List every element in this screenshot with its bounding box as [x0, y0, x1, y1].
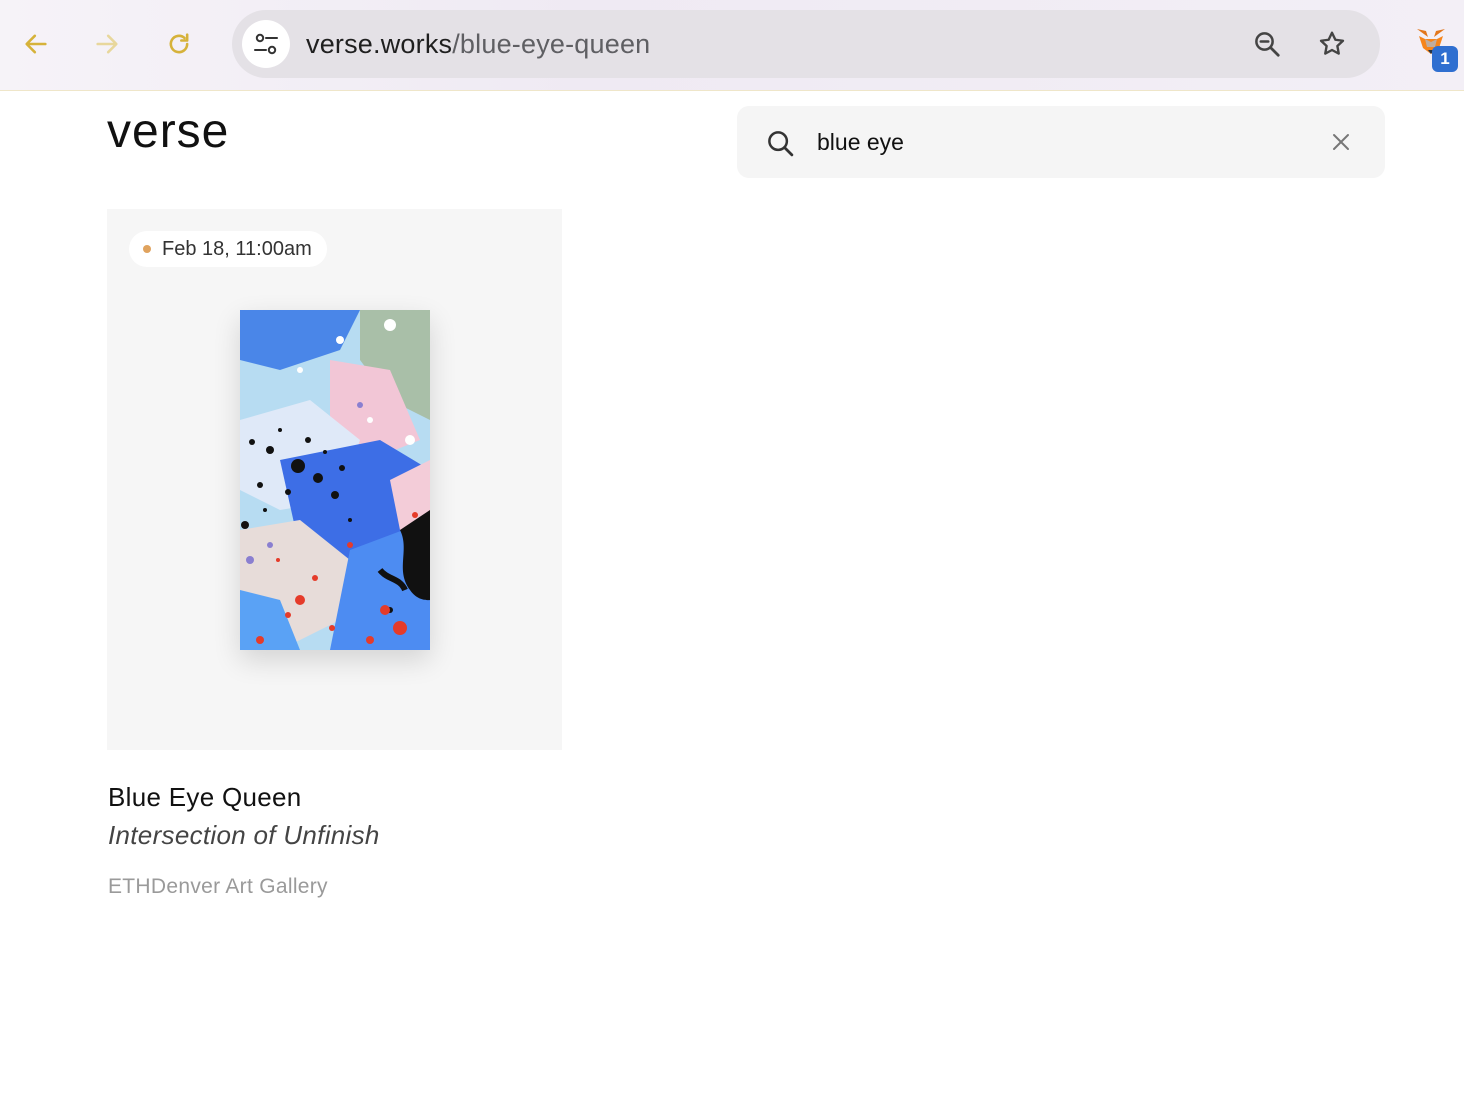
bookmark-star-icon — [1319, 31, 1345, 55]
artwork-series[interactable]: Intersection of Unfinish — [108, 820, 380, 851]
url-path: /blue-eye-queen — [452, 29, 651, 59]
address-bar[interactable]: verse.works/blue-eye-queen — [232, 10, 1380, 78]
back-arrow-icon — [25, 34, 47, 54]
site-settings-button[interactable] — [242, 20, 290, 68]
status-dot — [143, 245, 151, 253]
url-host: verse.works — [306, 29, 453, 59]
url-text[interactable]: verse.works/blue-eye-queen — [306, 10, 650, 78]
back-button[interactable] — [14, 22, 58, 66]
zoom-button[interactable] — [1250, 27, 1284, 61]
artwork-image[interactable] — [240, 310, 430, 650]
close-icon[interactable] — [1329, 130, 1353, 154]
site-settings-icon — [254, 33, 278, 55]
forward-arrow-icon — [96, 34, 118, 54]
gallery-name[interactable]: ETHDenver Art Gallery — [108, 875, 328, 899]
zoom-out-icon — [1255, 32, 1280, 57]
forward-button[interactable] — [85, 22, 129, 66]
search-bar — [737, 106, 1385, 178]
search-input[interactable] — [817, 106, 1297, 178]
site-logo[interactable]: verse — [107, 104, 229, 159]
date-text: Feb 18, 11:00am — [162, 237, 312, 260]
extension-badge: 1 — [1432, 46, 1458, 72]
search-icon — [768, 131, 794, 157]
abstract-painting-image — [240, 310, 430, 650]
browser-toolbar: verse.works/blue-eye-queen 1 — [0, 0, 1464, 91]
date-badge: Feb 18, 11:00am — [129, 231, 327, 267]
bookmark-button[interactable] — [1315, 27, 1349, 61]
metamask-extension-button[interactable]: 1 — [1410, 24, 1460, 74]
reload-icon — [169, 33, 189, 54]
reload-button[interactable] — [157, 22, 201, 66]
artwork-title[interactable]: Blue Eye Queen — [108, 782, 302, 813]
artwork-card[interactable]: Feb 18, 11:00am — [107, 209, 562, 750]
